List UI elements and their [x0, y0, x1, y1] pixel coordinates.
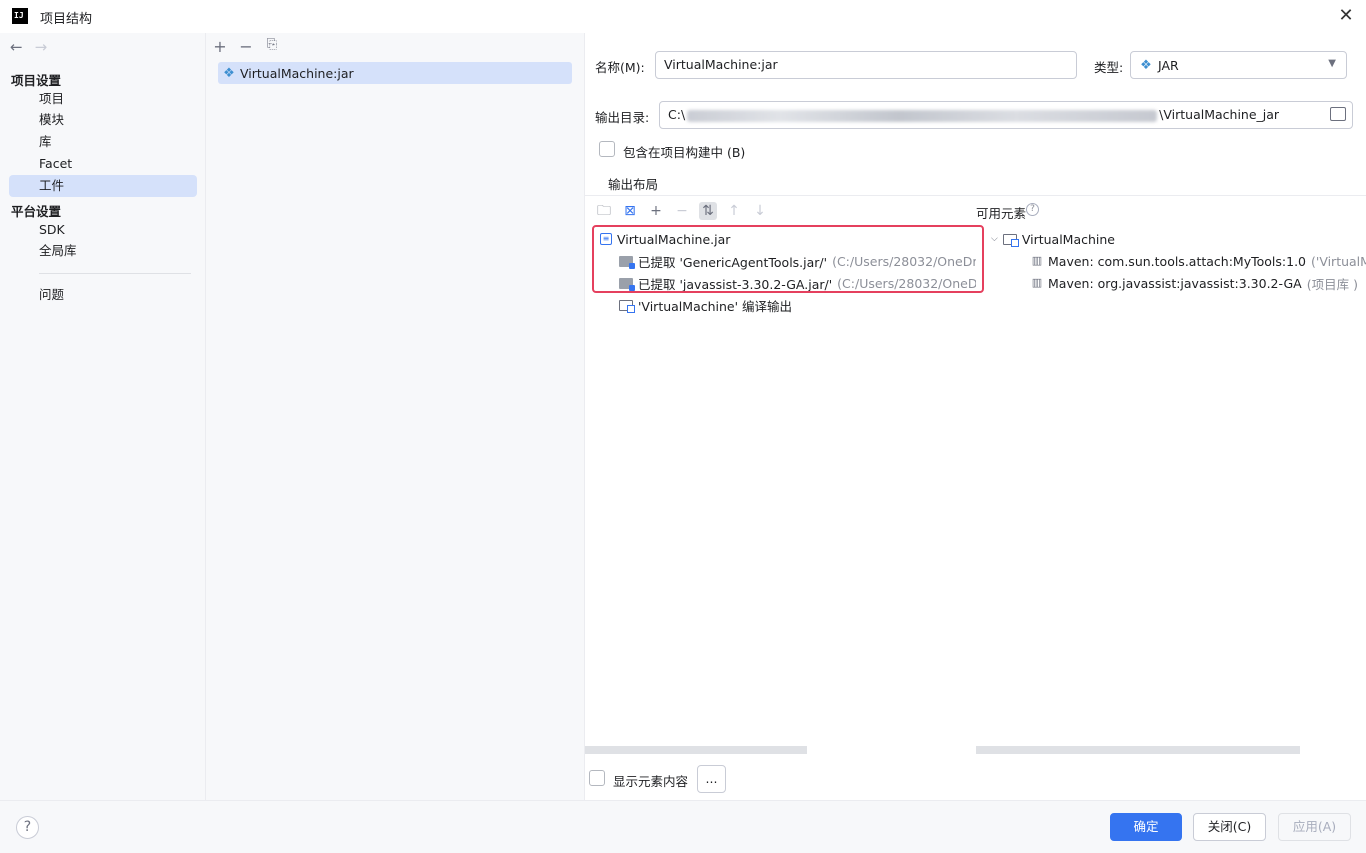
nav-history: ← → [10, 38, 47, 56]
copy-icon[interactable]: ⎘ [264, 37, 280, 56]
type-select-value: JAR [1158, 57, 1179, 73]
library-icon: ▥ [1031, 276, 1043, 289]
available-horizontal-scrollbar[interactable] [976, 746, 1300, 754]
nav-item-artifacts[interactable]: 工件 [9, 175, 197, 197]
back-arrow-icon[interactable]: ← [10, 38, 23, 56]
show-content-checkbox[interactable] [589, 770, 605, 786]
redacted-path-blur [687, 109, 1158, 122]
add-icon[interactable]: + [212, 37, 228, 56]
add-jar-icon[interactable]: ⊠ [621, 202, 639, 220]
jar-type-icon: ❖ [1140, 57, 1152, 73]
available-tree-item[interactable]: ▥ Maven: org.javassist:javassist:3.30.2-… [1031, 272, 1358, 294]
output-tree-item-hint: (C:/Users/28032/OneDrive/ [837, 275, 976, 291]
artifact-list-panel: + − ⎘ ❖ VirtualMachine:jar [206, 33, 585, 800]
close-window-button[interactable]: ✕ [1334, 5, 1358, 29]
jar-artifact-icon: ❖ [223, 65, 235, 81]
type-label: 类型: [1094, 60, 1124, 75]
intellij-logo-icon: IJ [12, 8, 28, 24]
sort-alpha-icon[interactable]: ⇅ [699, 202, 717, 220]
output-tree-item-hint: (C:/Users/28032/OneDrive/ [832, 253, 976, 269]
output-dir-field[interactable]: C:\ \VirtualMachine_jar [659, 101, 1353, 129]
available-tree-item[interactable]: ▥ Maven: com.sun.tools.attach:MyTools:1.… [1031, 250, 1366, 272]
artifact-settings-panel: 名称(M): VirtualMachine:jar 类型: ❖ JAR ▼ 输出… [585, 33, 1366, 800]
output-tree-root[interactable]: ≡ VirtualMachine.jar [600, 228, 730, 250]
output-dir-prefix: C:\ [668, 107, 686, 122]
nav-item-global-libraries[interactable]: 全局库 [9, 240, 197, 262]
nav-item-libraries[interactable]: 库 [9, 131, 197, 153]
tab-divider [585, 195, 1366, 196]
available-tree-item-label: Maven: org.javassist:javassist:3.30.2-GA [1048, 275, 1302, 291]
type-select[interactable]: ❖ JAR ▼ [1130, 51, 1347, 79]
artifact-list-item[interactable]: ❖ VirtualMachine:jar [218, 62, 572, 84]
available-elements-label: 可用元素 [976, 206, 1027, 221]
output-tree-item-label: 已提取 'javassist-3.30.2-GA.jar/' [638, 276, 833, 292]
chevron-down-icon: ▼ [1328, 58, 1336, 69]
name-label: 名称(M): [595, 60, 645, 75]
include-in-build-label: 包含在项目构建中 (B) [623, 145, 746, 160]
move-down-icon[interactable]: ↓ [751, 202, 769, 220]
nav-section-project-settings: 项目设置 [11, 73, 62, 88]
artifact-list-toolbar: + − ⎘ [212, 37, 280, 56]
move-up-icon[interactable]: ↑ [725, 202, 743, 220]
help-button[interactable]: ? [16, 816, 39, 839]
folder-browse-icon[interactable] [1330, 107, 1346, 121]
chevron-expanded-icon[interactable]: ⌵ [991, 234, 998, 244]
dialog-footer: ? 确定 关闭(C) 应用(A) [0, 800, 1366, 853]
extracted-archive-icon [619, 277, 635, 291]
output-tree-item-label: 'VirtualMachine' 编译输出 [638, 298, 793, 314]
output-tree-root-label: VirtualMachine.jar [617, 231, 731, 247]
name-field[interactable]: VirtualMachine:jar [655, 51, 1077, 79]
available-tree-item-hint: ('VirtualMachi [1311, 253, 1366, 269]
available-tree-item-hint: (项目库 ) [1306, 276, 1358, 292]
tab-output-layout[interactable]: 输出布局 [608, 174, 658, 193]
apply-button[interactable]: 应用(A) [1278, 813, 1351, 841]
available-tree-root-label: VirtualMachine [1021, 231, 1115, 247]
include-in-build-checkbox[interactable] [599, 141, 615, 157]
forward-arrow-icon[interactable]: → [35, 38, 48, 56]
nav-item-sdk[interactable]: SDK [9, 219, 197, 241]
nav-divider [39, 273, 191, 274]
remove-icon[interactable]: − [238, 37, 254, 56]
output-tree-item-label: 已提取 'GenericAgentTools.jar/' [638, 254, 828, 270]
help-hint-icon[interactable]: ? [1026, 203, 1039, 216]
artifact-list-item-label: VirtualMachine:jar [240, 65, 354, 81]
new-directory-icon[interactable]: 🗀 [595, 202, 613, 220]
nav-item-problems[interactable]: 问题 [9, 284, 197, 306]
compile-output-icon [619, 299, 635, 313]
nav-section-platform-settings: 平台设置 [11, 204, 62, 219]
layout-toolbar: 🗀 ⊠ + − ⇅ ↑ ↓ [595, 202, 769, 220]
show-content-label: 显示元素内容 [613, 774, 689, 789]
available-tree-root[interactable]: ⌵ VirtualMachine [991, 228, 1115, 250]
available-tree-item-label: Maven: com.sun.tools.attach:MyTools:1.0 [1048, 253, 1306, 269]
output-dir-label: 输出目录: [595, 110, 650, 125]
jar-archive-icon: ≡ [600, 233, 612, 245]
output-dir-suffix: \VirtualMachine_jar [1159, 107, 1280, 122]
output-tree-item[interactable]: 'VirtualMachine' 编译输出 [619, 294, 792, 316]
layout-horizontal-scrollbar[interactable] [585, 746, 807, 754]
extracted-archive-icon [619, 255, 635, 269]
nav-item-project[interactable]: 项目 [9, 88, 197, 110]
output-tree: ≡ VirtualMachine.jar 已提取 'GenericAgentTo… [585, 228, 976, 294]
add-copy-icon[interactable]: + [647, 202, 665, 220]
title-bar: IJ 项目结构 ✕ [0, 0, 1366, 33]
more-options-button[interactable]: ... [697, 765, 726, 793]
output-tree-item[interactable]: 已提取 'GenericAgentTools.jar/' (C:/Users/2… [619, 250, 976, 272]
remove-element-icon[interactable]: − [673, 202, 691, 220]
nav-item-modules[interactable]: 模块 [9, 109, 197, 131]
close-button[interactable]: 关闭(C) [1193, 813, 1266, 841]
library-icon: ▥ [1031, 254, 1043, 267]
ok-button[interactable]: 确定 [1110, 813, 1182, 841]
settings-nav: ← → 项目设置 项目 模块 库 Facet 工件 平台设置 SDK 全局库 问… [0, 33, 206, 800]
nav-item-facet[interactable]: Facet [9, 153, 197, 175]
module-output-icon [1002, 233, 1019, 247]
output-tree-item[interactable]: 已提取 'javassist-3.30.2-GA.jar/' (C:/Users… [619, 272, 976, 294]
window-title: 项目结构 [40, 12, 93, 27]
